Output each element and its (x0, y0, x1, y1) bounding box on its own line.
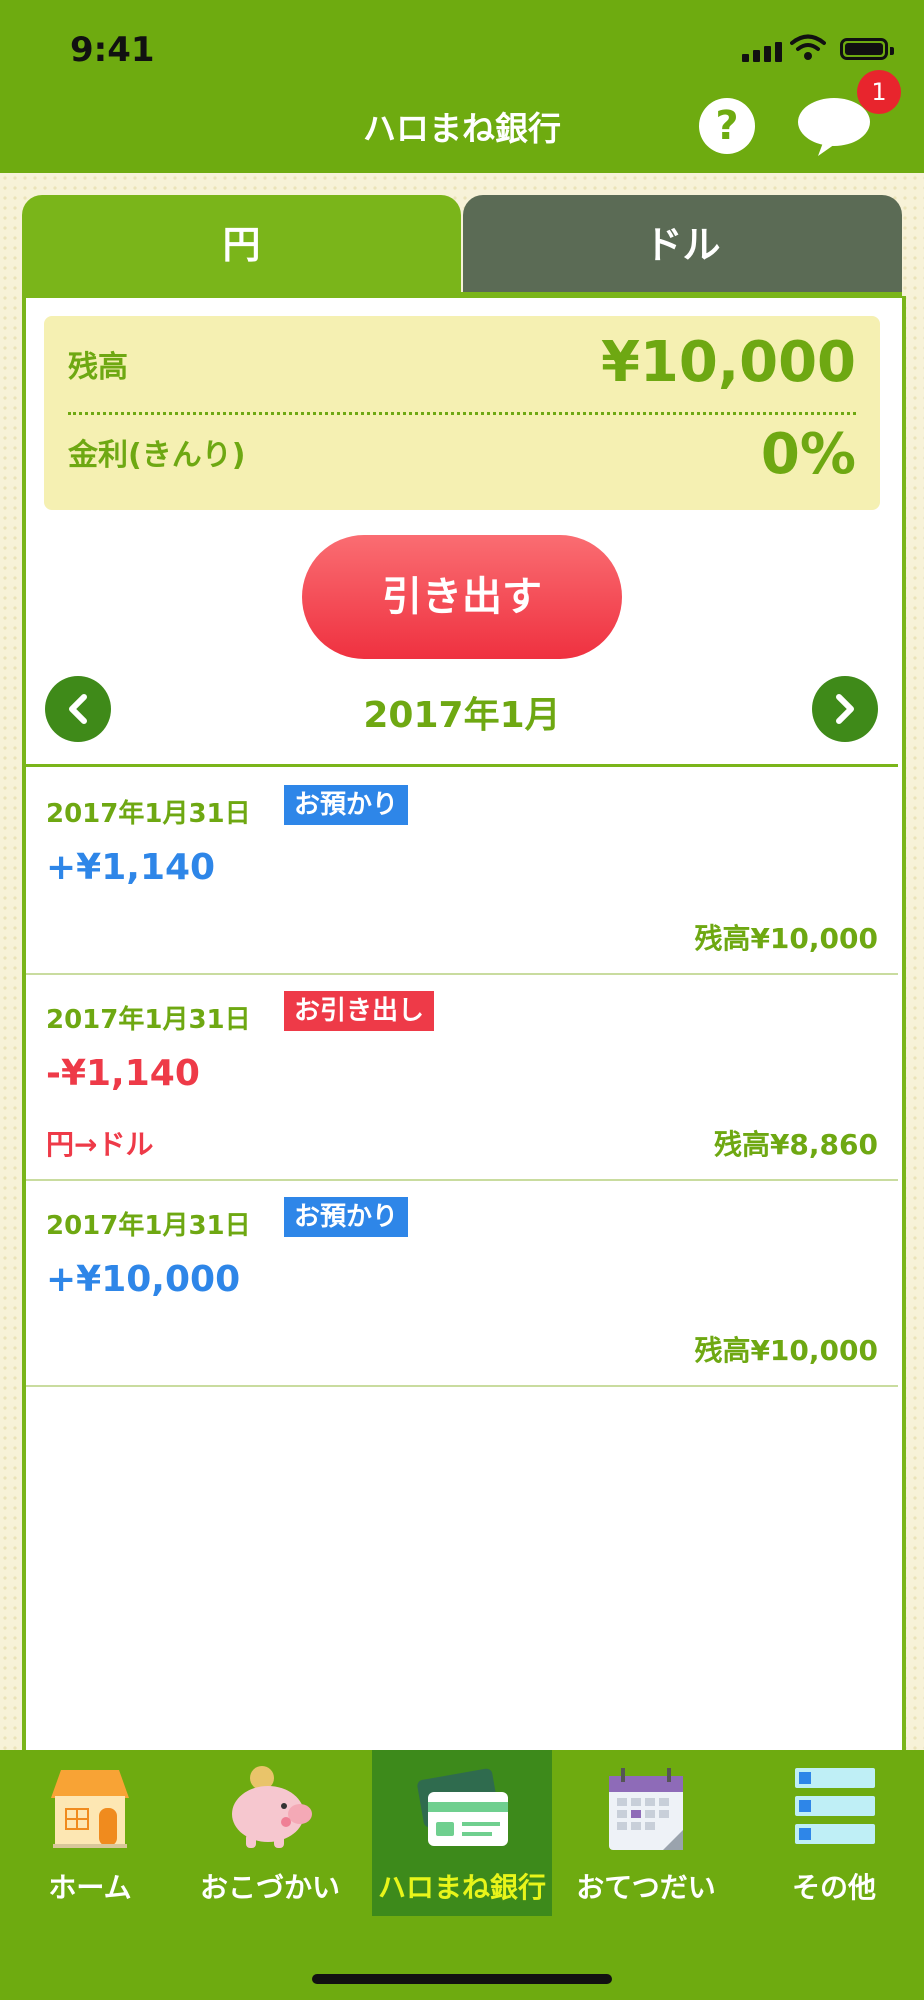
balance-box: 残高 ¥10,000 金利(きんり) 0% (44, 316, 880, 510)
transaction-note: 円→ドル (46, 1128, 154, 1161)
home-indicator[interactable] (312, 1974, 612, 1984)
balance-value: ¥10,000 (600, 330, 856, 395)
transaction-date: 2017年1月31日 (46, 1005, 251, 1035)
nav-item-allowance[interactable]: おこづかい (180, 1750, 360, 1916)
interest-rate-value: 0% (760, 422, 856, 487)
withdrawal-tag: お引き出し (284, 991, 435, 1031)
nav-label-allowance: おこづかい (199, 1871, 340, 1904)
nav-label-chores: おてつだい (576, 1871, 716, 1904)
nav-item-home[interactable]: ホーム (0, 1750, 180, 1916)
message-badge: 1 (857, 70, 901, 114)
interest-rate-label: 金利(きんり) (68, 438, 246, 473)
balance-label: 残高 (68, 350, 128, 385)
transaction-amount: +¥1,140 (46, 847, 216, 888)
nav-label-other: その他 (791, 1871, 876, 1904)
top-bar: 9:41 ハロまね銀行 ? 1 (0, 0, 924, 173)
current-month: 2017年1月 (363, 695, 561, 736)
chevron-right-icon (836, 694, 854, 724)
transaction-balance: 残高¥10,000 (694, 922, 878, 955)
status-time: 9:41 (70, 30, 155, 70)
transaction-row[interactable]: 2017年1月31日 お引き出し -¥1,140 円→ドル 残高¥8,860 (26, 973, 898, 1181)
transaction-balance: 残高¥8,860 (713, 1128, 878, 1161)
page-title: ハロまね銀行 (363, 109, 561, 148)
deposit-tag: お預かり (284, 785, 409, 825)
divider (68, 412, 856, 415)
tab-yen[interactable]: 円 (22, 195, 461, 295)
tab-dollar[interactable]: ドル (463, 195, 902, 295)
calendar-icon (609, 1768, 683, 1850)
transaction-amount: -¥1,140 (46, 1053, 200, 1094)
bank-card-icon (417, 1768, 508, 1846)
piggy-bank-icon (232, 1766, 312, 1848)
list-icon (795, 1768, 875, 1844)
transaction-balance: 残高¥10,000 (694, 1334, 878, 1367)
nav-label-home: ホーム (48, 1871, 132, 1904)
house-icon (51, 1770, 129, 1848)
help-button[interactable]: ? (699, 98, 755, 154)
transaction-row[interactable]: 2017年1月31日 お預かり +¥10,000 残高¥10,000 (26, 1179, 898, 1387)
currency-tabs: 円 ドル (22, 195, 902, 295)
wifi-icon (790, 34, 826, 60)
nav-label-bank: ハロまね銀行 (377, 1871, 546, 1904)
nav-item-chores[interactable]: おてつだい (556, 1750, 736, 1916)
nav-item-other[interactable]: その他 (744, 1750, 924, 1916)
battery-icon (840, 38, 894, 60)
transaction-date: 2017年1月31日 (46, 799, 251, 829)
nav-item-bank[interactable]: ハロまね銀行 (372, 1750, 552, 1916)
transaction-row[interactable]: 2017年1月31日 お預かり +¥1,140 残高¥10,000 (26, 767, 898, 975)
transaction-date: 2017年1月31日 (46, 1211, 251, 1241)
tab-underline (22, 292, 902, 298)
signal-icon (742, 42, 782, 62)
deposit-tag: お預かり (284, 1197, 409, 1237)
withdraw-button[interactable]: 引き出す (302, 535, 622, 659)
transaction-amount: +¥10,000 (46, 1259, 241, 1300)
bottom-nav: ホーム おこづかい ハロまね銀行 おてつだい その他 (0, 1750, 924, 2000)
next-month-button[interactable] (812, 676, 878, 742)
